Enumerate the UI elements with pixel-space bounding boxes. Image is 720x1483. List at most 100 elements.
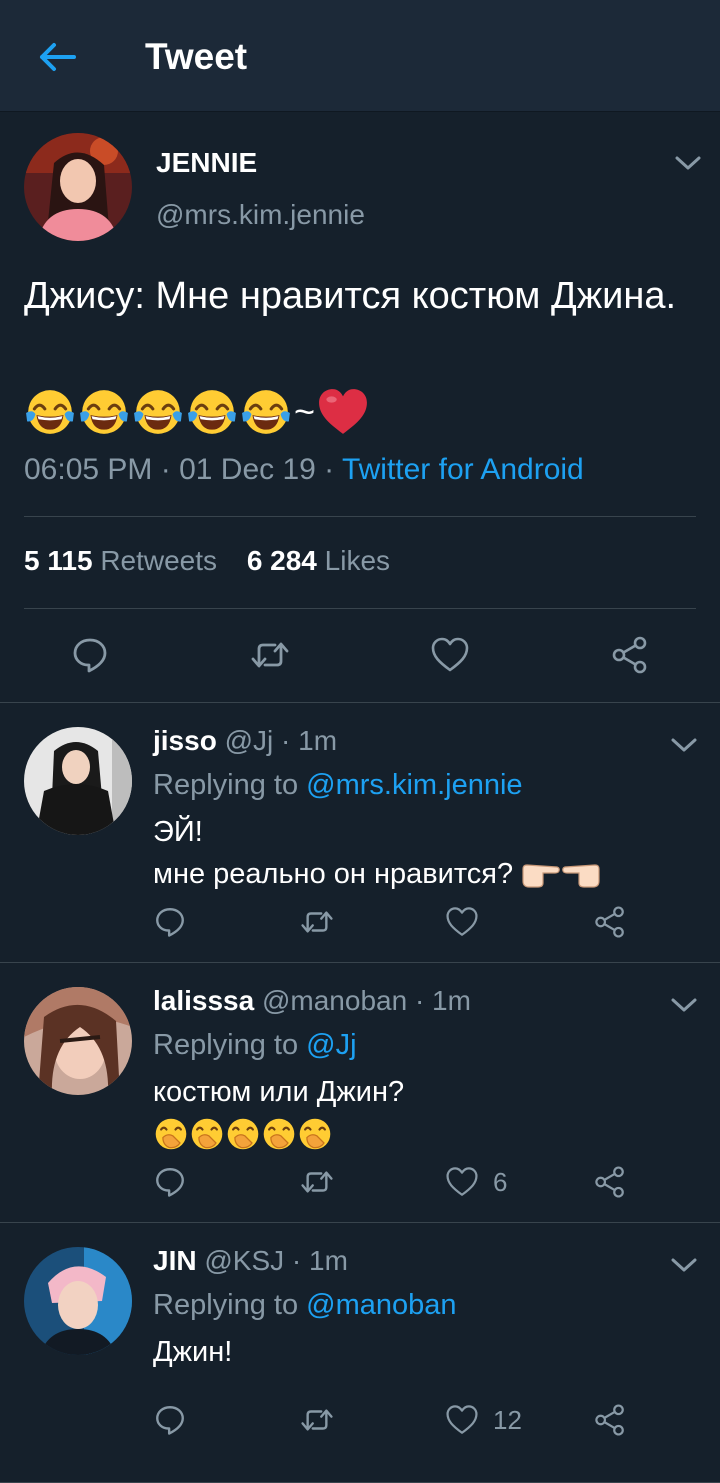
chevron-down-icon[interactable] [670,1255,698,1275]
tears-of-joy-emoji [132,386,184,438]
reply-line: Джин! [153,1336,233,1368]
tears-of-joy-emoji [24,386,76,438]
reply-author-name: lalisssa [153,985,255,1016]
page-title: Tweet [145,36,248,77]
mention-link[interactable]: @Jj [306,1029,356,1061]
tweet-source-link[interactable]: Twitter for Android [342,453,584,486]
retweet-button[interactable] [300,1403,334,1437]
hand-over-mouth-emoji [189,1116,225,1152]
retweet-button[interactable] [300,905,334,939]
hand-over-mouth-emoji [153,1116,189,1152]
reply-line: ЭЙ! [153,816,203,848]
reply-author-handle: @KSJ [204,1245,285,1276]
reply-button[interactable] [70,635,110,675]
reply-author-name: jisso [153,725,217,756]
reply-emoji-line [153,1113,404,1155]
share-button[interactable] [593,1165,627,1199]
like-count: 6 [493,1166,508,1197]
reply-author-name: JIN [153,1245,197,1276]
retweet-icon [300,905,334,939]
author-name: JENNIE [156,147,258,178]
reply-button[interactable] [153,905,187,939]
reply-tweet: JIN @KSJ · 1m Replying to @manoban Джин!… [0,1223,720,1483]
reply-button[interactable] [153,1165,187,1199]
like-button[interactable]: 12 [445,1403,522,1437]
tweet-timestamp: 06:05 PM · 01 Dec 19 · [24,453,342,486]
arrow-left-icon [40,43,76,71]
retweets-stat[interactable]: 5 115 Retweets [24,545,217,576]
retweet-button[interactable] [250,635,290,675]
tweet-text: Джису: Мне нравится костюм Джина. [24,275,677,317]
avatar-image [24,987,132,1095]
mention-link[interactable]: @mrs.kim.jennie [306,769,522,801]
retweets-label: Retweets [100,545,218,576]
top-bar: Tweet [0,0,720,112]
share-button[interactable] [593,1403,627,1437]
comment-icon [153,905,187,939]
comment-icon [153,1165,187,1199]
comment-icon [153,1403,187,1437]
like-button[interactable]: 6 [445,1165,507,1199]
replying-to: Replying to @Jj [153,1029,357,1062]
reply-text: ЭЙ! мне реально он нравится? [153,811,601,895]
tears-of-joy-emoji [78,386,130,438]
reply-tweet: lalisssa @manoban · 1m Replying to @Jj к… [0,963,720,1223]
tears-of-joy-emoji [240,386,292,438]
replying-prefix: Replying to [153,1029,307,1061]
reply-line-with-emoji: мне реально он нравится? [153,853,601,895]
tweet-stats: 5 115 Retweets 6 284 Likes [24,545,412,577]
reply-header: JIN @KSJ · 1m [153,1245,348,1277]
share-icon [593,905,627,939]
share-icon [593,1165,627,1199]
chevron-down-icon[interactable] [670,995,698,1015]
reply-timestamp: · 1m [281,725,338,756]
avatar[interactable] [24,987,132,1095]
reply-line: мне реально он нравится? [153,858,514,890]
reply-author-handle: @Jj [224,725,274,756]
reply-button[interactable] [153,1403,187,1437]
share-button[interactable] [593,905,627,939]
comment-icon [70,635,110,675]
retweet-icon [300,1403,334,1437]
reply-tweet: jisso @Jj · 1m Replying to @mrs.kim.jenn… [0,703,720,963]
replying-prefix: Replying to [153,769,307,801]
red-heart-emoji [317,386,369,438]
mention-link[interactable]: @manoban [306,1289,456,1321]
like-button[interactable] [445,905,493,939]
tweet-emoji-line: ~ [24,387,369,437]
hand-over-mouth-emoji [225,1116,261,1152]
pointing-fingers-emoji [521,859,561,889]
reply-line: костюм или Джин? [153,1076,405,1108]
avatar[interactable] [24,133,132,241]
tweet-meta: 06:05 PM · 01 Dec 19 · Twitter for Andro… [24,453,584,487]
avatar-image [24,1247,132,1355]
replying-to: Replying to @manoban [153,1289,457,1322]
reply-author-handle: @manoban [261,985,408,1016]
replying-prefix: Replying to [153,1289,307,1321]
reply-header: lalisssa @manoban · 1m [153,985,471,1017]
avatar[interactable] [24,1247,132,1355]
retweet-button[interactable] [300,1165,334,1199]
divider [24,608,696,609]
reply-header: jisso @Jj · 1m [153,725,337,757]
chevron-down-icon[interactable] [674,153,702,173]
share-button[interactable] [610,635,650,675]
hand-over-mouth-emoji [261,1116,297,1152]
chevron-down-icon[interactable] [670,735,698,755]
heart-icon [445,1165,479,1199]
hand-over-mouth-emoji [297,1116,333,1152]
main-tweet: JENNIE @mrs.kim.jennie Джису: Мне нравит… [0,113,720,703]
reply-timestamp: · 1m [291,1245,348,1276]
avatar-image [24,727,132,835]
likes-count: 6 284 [246,545,317,576]
heart-icon [445,905,479,939]
heart-icon [445,1403,479,1437]
like-button[interactable] [430,635,470,675]
pointing-fingers-emoji [561,859,601,889]
likes-stat[interactable]: 6 284 Likes [247,545,390,576]
likes-label: Likes [324,545,391,576]
author-handle: @mrs.kim.jennie [156,199,365,230]
avatar[interactable] [24,727,132,835]
reply-text: Джин! [153,1331,232,1373]
back-button[interactable] [30,34,82,80]
